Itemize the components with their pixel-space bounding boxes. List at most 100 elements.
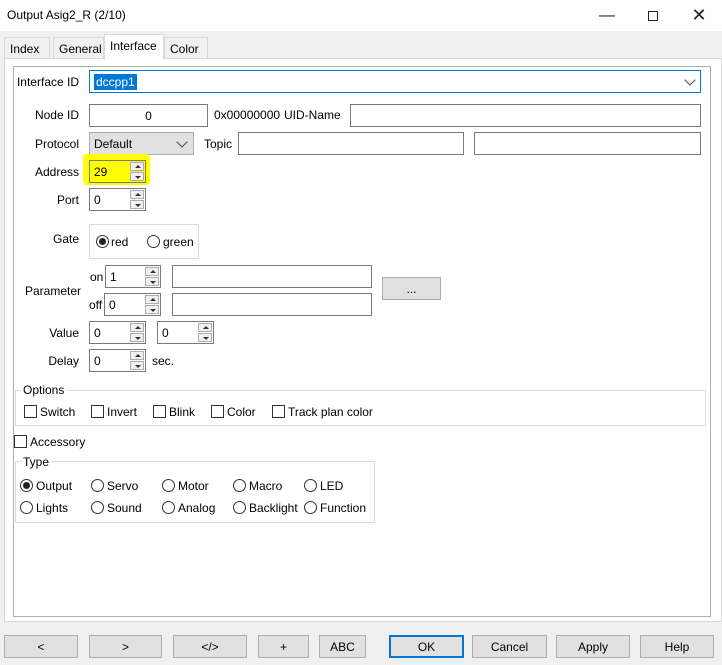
- switch-checkbox[interactable]: [24, 405, 37, 418]
- param-browse-button[interactable]: ...: [382, 277, 441, 300]
- topic-field-1[interactable]: [238, 132, 464, 155]
- type-backlight-radio[interactable]: [233, 501, 246, 514]
- invert-label: Invert: [107, 405, 138, 419]
- spin-up-icon[interactable]: [130, 351, 144, 360]
- type-function-label: Function: [320, 501, 367, 515]
- type-function-radio[interactable]: [304, 501, 317, 514]
- param-on-field[interactable]: [172, 265, 372, 288]
- protocol-select[interactable]: Default: [89, 132, 194, 155]
- type-macro-radio[interactable]: [233, 479, 246, 492]
- port-spinner[interactable]: 0: [89, 188, 146, 211]
- ok-button[interactable]: OK: [389, 635, 464, 658]
- port-value: 0: [94, 193, 101, 207]
- accessory-label: Accessory: [30, 435, 86, 449]
- value-spinner-1[interactable]: 0: [89, 321, 146, 344]
- delay-value: 0: [94, 354, 101, 368]
- spin-up-icon[interactable]: [145, 295, 159, 304]
- gate-label: Gate: [52, 232, 79, 246]
- type-servo-radio[interactable]: [91, 479, 104, 492]
- spin-down-icon[interactable]: [198, 333, 212, 342]
- options-label: Options: [21, 383, 67, 397]
- param-on-spinner[interactable]: 1: [105, 265, 161, 288]
- type-sound-radio[interactable]: [91, 501, 104, 514]
- maximize-icon[interactable]: [630, 0, 676, 31]
- address-value: 29: [94, 165, 108, 179]
- interface-id-value: dccpp1: [94, 74, 137, 90]
- gate-green-radio[interactable]: [147, 235, 160, 248]
- gate-red-label: red: [111, 235, 129, 249]
- spin-down-icon[interactable]: [130, 200, 144, 209]
- switch-label: Switch: [40, 405, 76, 419]
- param-on-label: on: [90, 270, 104, 284]
- value-1: 0: [94, 326, 101, 340]
- interface-id-combo[interactable]: dccpp1: [89, 70, 701, 93]
- gate-green-label: green: [163, 235, 194, 249]
- type-motor-label: Motor: [178, 479, 209, 493]
- address-spinner[interactable]: 29: [89, 160, 146, 183]
- type-backlight-label: Backlight: [249, 501, 298, 515]
- spin-up-icon[interactable]: [130, 162, 144, 171]
- param-off-field[interactable]: [172, 293, 372, 316]
- abc-button[interactable]: ABC: [319, 635, 366, 658]
- tab-interface[interactable]: Interface: [104, 34, 164, 60]
- uid-name-field[interactable]: [350, 104, 701, 127]
- apply-button[interactable]: Apply: [556, 635, 630, 658]
- spin-down-icon[interactable]: [130, 333, 144, 342]
- topic-field-2[interactable]: [474, 132, 701, 155]
- type-analog-radio[interactable]: [162, 501, 175, 514]
- type-lights-radio[interactable]: [20, 501, 33, 514]
- close-icon[interactable]: ✕: [676, 0, 722, 31]
- blink-label: Blink: [169, 405, 196, 419]
- delay-label: Delay: [48, 354, 79, 368]
- type-motor-radio[interactable]: [162, 479, 175, 492]
- spin-up-icon[interactable]: [130, 190, 144, 199]
- node-id-label: Node ID: [34, 108, 79, 122]
- type-label: Type: [21, 455, 52, 469]
- minimize-icon[interactable]: —: [584, 0, 630, 31]
- type-servo-label: Servo: [107, 479, 139, 493]
- type-led-label: LED: [320, 479, 344, 493]
- gate-red-radio[interactable]: [96, 235, 109, 248]
- port-label: Port: [56, 193, 79, 207]
- spin-down-icon[interactable]: [145, 305, 159, 314]
- window-title: Output Asig2_R (2/10): [7, 8, 126, 22]
- param-off-value: 0: [109, 298, 116, 312]
- accessory-checkbox[interactable]: [14, 435, 27, 448]
- previous-button[interactable]: <: [4, 635, 78, 658]
- spin-down-icon[interactable]: [130, 361, 144, 370]
- node-id-field[interactable]: 0: [89, 104, 208, 127]
- spin-down-icon[interactable]: [145, 277, 159, 286]
- node-hex-value: 0x00000000: [214, 108, 281, 122]
- value-spinner-2[interactable]: 0: [157, 321, 214, 344]
- spin-down-icon[interactable]: [130, 172, 144, 181]
- delay-unit: sec.: [152, 354, 175, 368]
- spin-up-icon[interactable]: [130, 323, 144, 332]
- color-label: Color: [227, 405, 256, 419]
- tab-general[interactable]: General: [53, 37, 104, 59]
- chevron-down-icon: [176, 136, 188, 148]
- spin-up-icon[interactable]: [145, 267, 159, 276]
- param-off-label: off: [89, 298, 103, 312]
- track-plan-color-checkbox[interactable]: [272, 405, 285, 418]
- invert-checkbox[interactable]: [91, 405, 104, 418]
- protocol-label: Protocol: [34, 137, 79, 151]
- type-led-radio[interactable]: [304, 479, 317, 492]
- spin-up-icon[interactable]: [198, 323, 212, 332]
- blink-checkbox[interactable]: [153, 405, 166, 418]
- next-button[interactable]: >: [89, 635, 162, 658]
- type-lights-label: Lights: [36, 501, 69, 515]
- help-button[interactable]: Help: [640, 635, 714, 658]
- chevron-down-icon: [684, 74, 696, 86]
- delay-spinner[interactable]: 0: [89, 349, 146, 372]
- uid-name-label: UID-Name: [284, 108, 341, 122]
- add-button[interactable]: +: [258, 635, 309, 658]
- xml-button[interactable]: </>: [173, 635, 247, 658]
- param-off-spinner[interactable]: 0: [104, 293, 161, 316]
- type-macro-label: Macro: [249, 479, 283, 493]
- tab-index[interactable]: Index: [4, 37, 50, 59]
- tab-color[interactable]: Color: [164, 37, 208, 59]
- type-output-radio[interactable]: [20, 479, 33, 492]
- color-checkbox[interactable]: [211, 405, 224, 418]
- type-output-label: Output: [36, 479, 73, 493]
- cancel-button[interactable]: Cancel: [472, 635, 547, 658]
